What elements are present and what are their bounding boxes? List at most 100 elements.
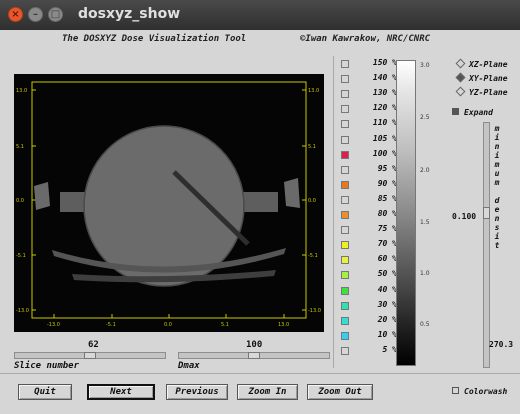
colorwash-label: Colorwash [464, 387, 508, 396]
window-minimize-button[interactable]: – [28, 7, 43, 22]
window-close-button[interactable]: × [8, 7, 23, 22]
window-titlebar: × – □ dosxyz_show [0, 0, 520, 30]
legend-item[interactable]: 150 % [341, 58, 397, 70]
yz-plane-radio[interactable]: YZ-Plane [455, 86, 508, 100]
quit-button[interactable]: Quit [18, 384, 72, 400]
legend-label: 70 % [377, 239, 397, 249]
min-density-label: minimum densit [493, 124, 501, 250]
legend-item[interactable]: 75 % [341, 224, 397, 236]
legend-swatch [341, 301, 349, 310]
window-title: dosxyz_show [78, 6, 181, 22]
right-tick-label: 0.0 [308, 198, 316, 204]
legend-swatch [341, 120, 349, 129]
window-maximize-button[interactable]: □ [48, 7, 63, 22]
zoom-in-button[interactable]: Zoom In [237, 384, 298, 400]
density-tick-label: 0.5 [420, 321, 430, 328]
author-credit: ©Iwan Kawrakow, NRC/CNRC [300, 34, 431, 44]
colorwash-checkbox[interactable]: Colorwash [452, 387, 507, 399]
zoom-out-button[interactable]: Zoom Out [307, 384, 373, 400]
left-tick-label: -13.0 [16, 308, 29, 314]
legend-label: 110 % [372, 118, 397, 128]
dmax-label: Dmax [178, 361, 200, 371]
min-density-slider-handle[interactable] [483, 207, 490, 219]
dose-plot-canvas: 13.0 5.1 0.0 -5.1 -13.0 13.0 5.1 0.0 -5.… [16, 81, 321, 328]
legend-swatch [341, 286, 349, 295]
legend-label: 75 % [377, 224, 397, 234]
min-density-label-letter: d [494, 196, 500, 205]
legend-label: 40 % [377, 284, 397, 294]
density-tick-label: 1.5 [420, 219, 430, 226]
legend-swatch [341, 256, 349, 265]
legend-item[interactable]: 60 % [341, 254, 397, 266]
min-density-label-letter: u [494, 169, 500, 178]
right-tick-label: 13.0 [308, 88, 319, 94]
min-density-label-letter: s [494, 223, 500, 232]
legend-swatch [341, 271, 349, 280]
legend-item[interactable]: 95 % [341, 164, 397, 176]
legend-item[interactable]: 140 % [341, 73, 397, 85]
dmax-slider[interactable] [178, 352, 330, 359]
xz-plane-radio[interactable]: XZ-Plane [455, 58, 508, 72]
legend-item[interactable]: 10 % [341, 330, 397, 342]
legend-item[interactable]: 100 % [341, 149, 397, 161]
legend-item[interactable]: 90 % [341, 179, 397, 191]
slice-slider-handle[interactable] [84, 352, 96, 359]
legend-swatch [341, 316, 349, 325]
legend-item[interactable]: 110 % [341, 118, 397, 130]
maximize-icon: □ [50, 9, 61, 20]
legend-swatch [341, 226, 349, 235]
xy-plane-radio[interactable]: XY-Plane [455, 72, 508, 86]
right-tick-label: 5.1 [308, 144, 316, 150]
phantom-image [34, 125, 300, 287]
min-density-value: 0.100 [452, 212, 477, 221]
bottom-tick-label: -5.1 [106, 322, 116, 328]
legend-swatch [341, 241, 349, 250]
xz-plane-label: XZ-Plane [469, 60, 508, 69]
legend-label: 120 % [372, 103, 397, 113]
min-density-label-letter: m [494, 178, 500, 187]
bottom-tick-label: 5.1 [221, 322, 229, 328]
legend-swatch [341, 165, 349, 174]
min-density-label-letter: m [494, 124, 500, 133]
slice-slider[interactable] [14, 352, 166, 359]
legend-swatch [341, 90, 349, 99]
legend-item[interactable]: 130 % [341, 88, 397, 100]
min-density-label-letter: n [494, 142, 500, 151]
legend-item[interactable]: 40 % [341, 285, 397, 297]
legend-item[interactable]: 50 % [341, 269, 397, 281]
left-tick-label: 5.1 [16, 144, 24, 150]
left-tick-label: 13.0 [16, 88, 27, 94]
slice-value: 62 [88, 340, 99, 350]
dmax-slider-handle[interactable] [248, 352, 260, 359]
legend-item[interactable]: 105 % [341, 134, 397, 146]
legend-label: 85 % [377, 193, 397, 203]
legend-swatch [341, 346, 349, 355]
minimize-icon: – [33, 9, 38, 20]
legend-item[interactable]: 20 % [341, 315, 397, 327]
tool-name: The DOSXYZ Dose Visualization Tool [62, 34, 247, 44]
right-tick-label: -5.1 [308, 253, 318, 259]
expand-label: Expand [464, 108, 493, 117]
min-density-label-letter [493, 187, 501, 196]
dose-plot[interactable]: 13.0 5.1 0.0 -5.1 -13.0 13.0 5.1 0.0 -5.… [14, 74, 324, 332]
slice-label: Slice number [14, 361, 80, 371]
legend-item[interactable]: 85 % [341, 194, 397, 206]
legend-label: 130 % [372, 88, 397, 98]
expand-checkbox[interactable]: Expand [452, 108, 493, 120]
separator [0, 373, 520, 374]
legend-item[interactable]: 80 % [341, 209, 397, 221]
next-button[interactable]: Next [87, 384, 155, 400]
previous-button[interactable]: Previous [166, 384, 228, 400]
density-tick-label: 2.5 [420, 114, 430, 121]
legend-swatch [341, 211, 349, 219]
radio-indicator-icon [455, 86, 466, 97]
legend-item[interactable]: 70 % [341, 239, 397, 251]
legend-label: 5 % [382, 344, 397, 354]
legend-item[interactable]: 5 % [341, 345, 397, 357]
left-tick-label: 0.0 [16, 198, 24, 204]
legend-label: 50 % [377, 269, 397, 279]
min-density-slider[interactable] [483, 122, 490, 368]
legend-swatch [341, 60, 349, 68]
legend-item[interactable]: 30 % [341, 300, 397, 312]
legend-item[interactable]: 120 % [341, 103, 397, 115]
